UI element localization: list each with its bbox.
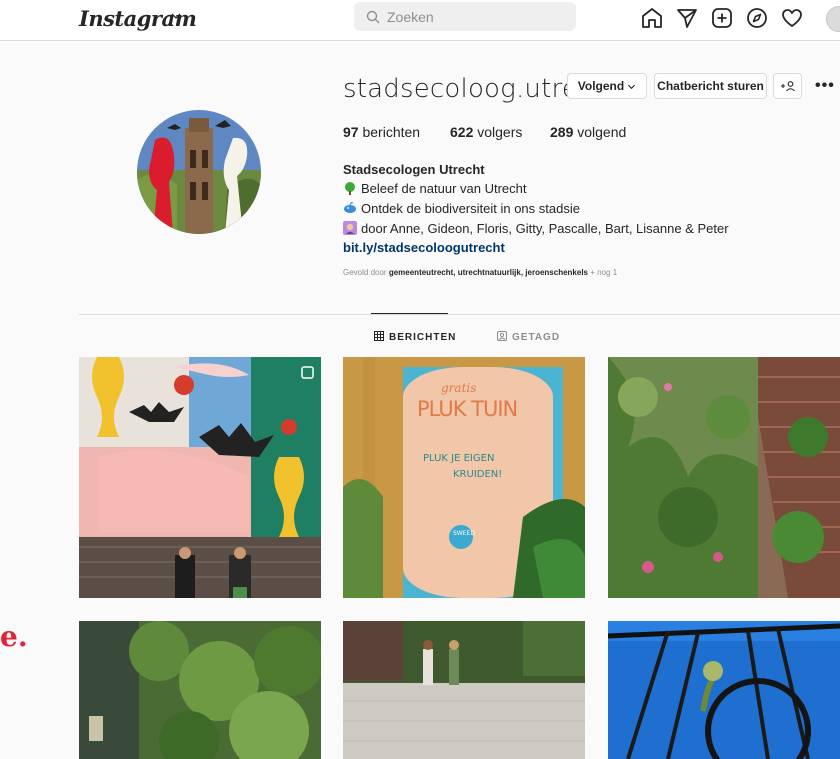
following-button-label: Volgend xyxy=(577,79,625,93)
home-icon[interactable] xyxy=(640,6,664,30)
search-input[interactable]: Zoeken xyxy=(387,9,434,25)
activity-heart-icon[interactable] xyxy=(780,6,804,30)
followers-count-label: volgers xyxy=(477,124,523,140)
tabs-divider xyxy=(79,314,840,315)
more-options-icon[interactable]: ••• xyxy=(815,77,835,95)
post-thumbnail[interactable] xyxy=(79,621,321,759)
post-thumbnail[interactable] xyxy=(608,621,840,759)
grid-icon xyxy=(374,331,384,341)
following-count[interactable]: 289 volgend xyxy=(550,124,626,140)
bio-line-3: door Anne, Gideon, Floris, Gitty, Pascal… xyxy=(343,221,729,236)
posts-count-number: 97 xyxy=(343,124,359,140)
post-thumbnail[interactable] xyxy=(608,357,840,598)
profile-photo-image xyxy=(137,110,261,234)
followed-by-text[interactable]: Gevold door gemeenteutrecht, utrechtnatu… xyxy=(343,268,617,277)
post-thumbnail[interactable] xyxy=(79,357,321,598)
post-thumbnail[interactable]: gratis PLUK TUIN PLUK JE EIGEN KRUIDEN! … xyxy=(343,357,585,598)
tree-emoji-icon xyxy=(345,182,355,195)
following-dropdown-button[interactable]: Volgend xyxy=(567,73,647,99)
search-box[interactable]: Zoeken xyxy=(354,2,576,31)
bio-link[interactable]: bit.ly/stadsecoloogutrecht xyxy=(343,240,505,255)
poster-text-pluktuin: PLUK TUIN xyxy=(417,397,518,421)
ivy-brick-wall-image xyxy=(608,357,840,598)
mural-bats-image xyxy=(79,357,321,598)
bio-line-2: Ontdek de biodiversiteit in ons stadsie xyxy=(343,201,580,216)
poster-text-pluk-je-eigen: PLUK JE EIGEN xyxy=(423,453,495,464)
followed-by-names: gemeenteutrecht, utrechtnatuurlijk, jero… xyxy=(388,268,588,277)
following-count-number: 289 xyxy=(550,124,574,140)
people-emoji-icon xyxy=(343,221,357,235)
poster-badge-text: SWEED xyxy=(453,530,475,537)
bio-line-2-text: Ontdek de biodiversiteit in ons stadsie xyxy=(361,201,580,216)
bicycle-railing-image xyxy=(608,621,840,759)
green-facade-image xyxy=(79,621,321,759)
new-post-icon[interactable] xyxy=(710,6,734,30)
partial-red-text: e. xyxy=(0,620,28,653)
followed-by-suffix: + nog 1 xyxy=(590,268,618,277)
tab-posts-label: BERICHTEN xyxy=(389,332,457,343)
path-walkers-image xyxy=(343,621,585,759)
posts-count-label: berichten xyxy=(362,124,421,140)
suggested-accounts-button[interactable] xyxy=(773,73,802,99)
post-thumbnail[interactable] xyxy=(343,621,585,759)
explore-icon[interactable] xyxy=(745,6,769,30)
profile-avatar[interactable] xyxy=(137,110,261,234)
whale-emoji-icon xyxy=(344,202,356,213)
bio-line-1-text: Beleef de natuur van Utrecht xyxy=(361,181,527,196)
tab-tagged-label: GETAGD xyxy=(512,332,561,343)
active-tab-indicator xyxy=(371,313,448,314)
posts-count: 97 berichten xyxy=(343,124,420,140)
chevron-down-icon[interactable] xyxy=(170,10,182,22)
message-button[interactable]: Chatbericht sturen xyxy=(654,73,767,99)
followed-by-prefix: Gevold door xyxy=(343,268,387,277)
followers-count-number: 622 xyxy=(450,124,474,140)
bio-line-3-text: door Anne, Gideon, Floris, Gitty, Pascal… xyxy=(361,221,729,236)
bio-line-1: Beleef de natuur van Utrecht xyxy=(343,181,527,196)
top-navigation-bar: Instagram Zoeken xyxy=(0,0,840,41)
profile-full-name: Stadsecologen Utrecht xyxy=(343,162,485,177)
profile-avatar-menu[interactable] xyxy=(826,6,840,32)
poster-text-gratis: gratis xyxy=(441,381,477,395)
direct-message-icon[interactable] xyxy=(675,6,699,30)
tab-posts[interactable]: BERICHTEN xyxy=(374,331,456,343)
search-icon xyxy=(366,10,380,24)
poster-text-kruiden: KRUIDEN! xyxy=(453,469,503,480)
tab-tagged[interactable]: GETAGD xyxy=(497,331,560,343)
tagged-icon xyxy=(497,331,507,341)
chevron-down-icon xyxy=(628,84,636,90)
followers-count[interactable]: 622 volgers xyxy=(450,124,522,140)
following-count-label: volgend xyxy=(577,124,627,140)
add-person-icon xyxy=(780,81,795,92)
